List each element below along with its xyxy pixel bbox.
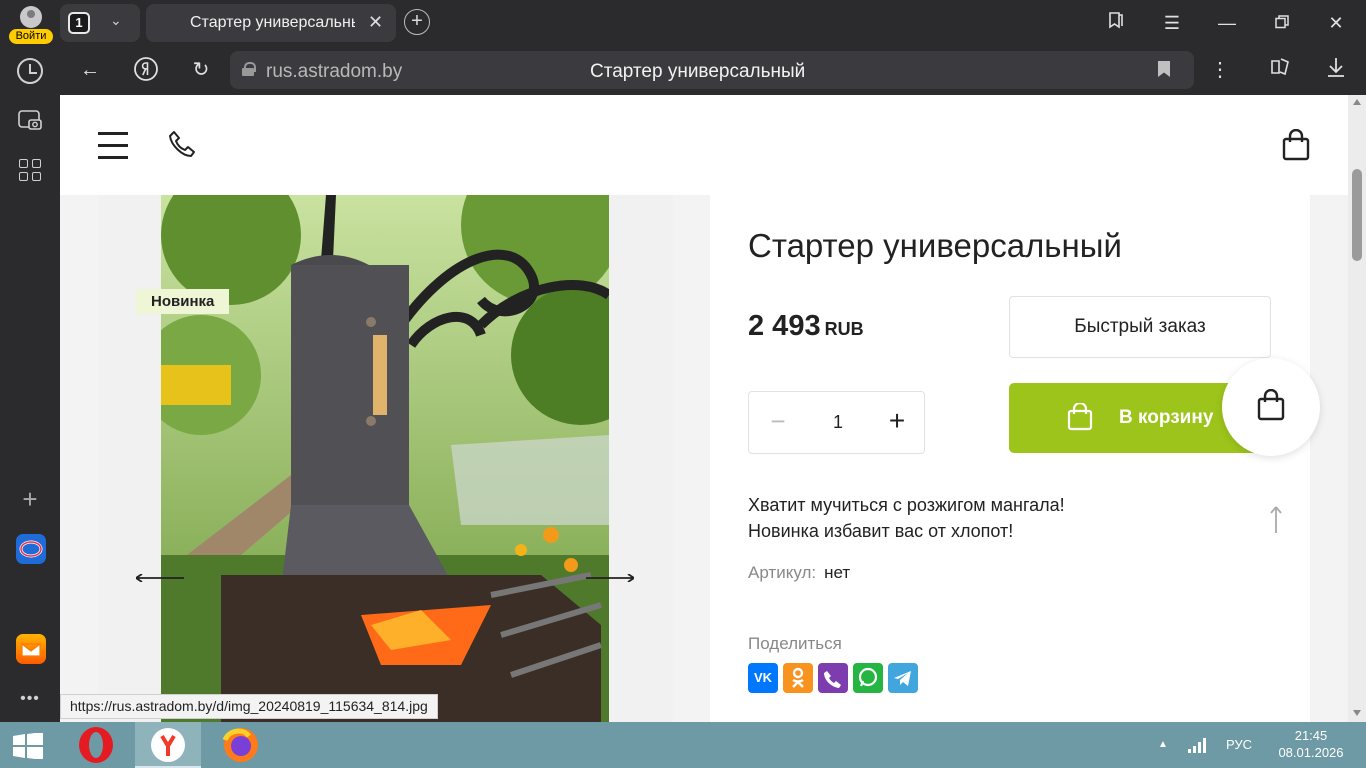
restore-window-icon[interactable] [1269,10,1295,36]
yandex-logo-icon[interactable] [132,56,160,84]
product-description: Хватит мучиться с розжигом мангала! Нови… [748,492,1065,544]
minimize-icon[interactable]: — [1214,10,1240,36]
clock[interactable]: 21:45 08.01.2026 [1268,727,1354,768]
tab-counter-button[interactable]: 1 ⌄ [60,4,140,42]
site-header [60,95,1348,195]
share-label: Поделиться [748,634,842,653]
description-line: Новинка избавит вас от хлопот! [748,521,1014,541]
add-to-cart-label: В корзину [1119,407,1214,428]
reload-icon[interactable]: ↻ [187,56,215,84]
taskbar: ▲ РУС 21:45 08.01.2026 [0,722,1366,768]
description-line: Хватит мучиться с розжигом мангала! [748,495,1065,515]
yandex-browser-taskbar-icon[interactable] [135,722,201,768]
menu-icon[interactable]: ☰ [1159,10,1185,36]
tray-chevron-up-icon[interactable]: ▲ [1158,739,1168,768]
address-domain: rus.astradom.by [266,61,403,82]
viber-icon[interactable] [818,663,848,693]
add-panel-icon[interactable]: + [17,486,43,512]
cart-bag-icon[interactable] [1282,128,1310,161]
phone-icon[interactable] [166,129,198,161]
clock-time: 21:45 [1294,728,1328,743]
close-window-icon[interactable]: ✕ [1323,10,1349,36]
screenshot-camera-icon[interactable] [17,107,43,133]
login-badge[interactable]: Войти [9,29,53,44]
address-field[interactable]: rus.astradom.by Стартер универсальный [230,51,1194,89]
web-page: Новинка Стартер универсальный 2 493 RUB Б… [60,95,1348,722]
product-gallery: Новинка [98,195,673,722]
chevron-down-icon[interactable]: ⌄ [110,12,122,29]
user-avatar-icon [20,6,42,28]
clock-date: 08.01.2026 [1278,745,1344,760]
odnoklassniki-icon[interactable] [783,663,813,693]
lock-icon[interactable] [242,62,256,76]
address-bar-row: ← ↻ rus.astradom.by Стартер универсальны… [60,46,1366,95]
new-tab-button[interactable]: + [404,9,430,35]
scrollbar-thumb[interactable] [1352,169,1362,261]
windows-start-icon[interactable] [12,732,44,760]
vk-icon[interactable]: VK [748,663,778,693]
next-arrow-icon[interactable] [586,569,635,583]
tab-count: 1 [68,12,90,34]
services-grid-icon[interactable] [17,157,43,183]
network-signal-icon[interactable] [1188,737,1206,768]
cart-bag-icon [1067,401,1093,431]
more-dots-icon[interactable]: ••• [17,686,43,712]
sku-label: Артикул: [748,563,817,582]
product-title: Стартер универсальный [748,227,1122,264]
back-arrow-icon[interactable]: ← [76,56,104,84]
scroll-to-top-icon[interactable] [1270,505,1282,533]
browser-tab-bar: Войти 1 ⌄ Стартер универсальный ✕ + ☰ — … [0,0,1366,46]
whatsapp-icon[interactable] [853,663,883,693]
increase-quantity-button[interactable]: + [885,407,909,435]
floating-cart-button[interactable] [1222,358,1320,456]
messenger-app-icon[interactable] [16,534,46,564]
close-tab-icon[interactable]: ✕ [368,12,383,33]
browser-sidebar: + ••• [0,46,60,722]
quantity-stepper: − 1 + [748,391,925,454]
bookmarks-panel-icon[interactable] [1103,10,1129,36]
sku-row: Артикул: нет [748,563,850,583]
downloads-icon[interactable] [1322,56,1350,84]
sku-value: нет [824,563,851,582]
new-badge: Новинка [136,289,230,314]
language-indicator[interactable]: РУС [1226,737,1252,768]
opera-taskbar-icon[interactable] [63,722,129,768]
product-photo[interactable] [161,195,609,722]
scroll-up-arrow-icon[interactable] [1353,99,1361,105]
address-page-title: Стартер универсальный [590,61,806,82]
product-price: 2 493 RUB [748,310,864,343]
product-info-panel: Стартер универсальный 2 493 RUB Быстрый з… [710,195,1310,722]
tab-title: Стартер универсальный [190,14,355,31]
hamburger-menu-icon[interactable] [98,132,128,159]
extensions-icon[interactable] [1266,56,1294,84]
history-clock-icon[interactable] [17,58,43,84]
bookmark-icon[interactable] [1158,61,1170,77]
firefox-taskbar-icon[interactable] [207,722,273,768]
profile-button[interactable]: Войти [8,4,54,44]
link-status-url: https://rus.astradom.by/d/img_20240819_1… [60,694,438,719]
quantity-input[interactable]: 1 [819,412,857,433]
prev-arrow-icon[interactable] [135,569,184,583]
telegram-icon[interactable] [888,663,918,693]
page-scrollbar[interactable] [1348,95,1366,722]
browser-tab[interactable]: Стартер универсальный ✕ [146,4,396,42]
more-vertical-icon[interactable]: ⋮ [1206,56,1234,84]
scroll-down-arrow-icon[interactable] [1353,710,1361,716]
mail-app-icon[interactable] [16,634,46,664]
price-currency: RUB [824,319,864,339]
quick-order-button[interactable]: Быстрый заказ [1009,296,1271,358]
price-value: 2 493 [748,310,821,342]
decrease-quantity-button[interactable]: − [767,408,789,434]
